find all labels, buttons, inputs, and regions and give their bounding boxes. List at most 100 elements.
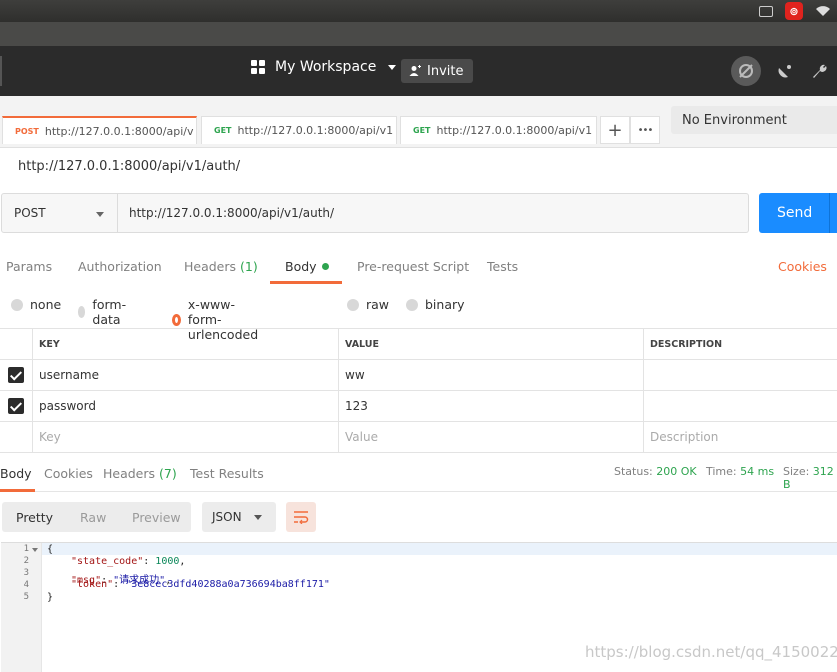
method-label: POST [14,206,46,220]
invite-button[interactable]: Invite [401,59,474,83]
tab-tests[interactable]: Tests [487,259,518,274]
time-label: Time: [706,465,737,478]
request-tab[interactable]: POST http://127.0.0.1:8000/api/v [2,116,197,144]
code-line: { [47,544,54,555]
row-check-cell [0,391,33,421]
radio-label: raw [366,297,390,312]
line-number: 1 [23,544,29,554]
response-tab-test-results[interactable]: Test Results [190,466,264,481]
status-value: 200 OK [656,465,697,478]
format-raw-button[interactable]: Raw [80,510,106,525]
description-cell[interactable] [644,360,837,390]
radio-raw[interactable]: raw [347,297,389,312]
header-check-cell [0,329,33,359]
response-tab-cookies[interactable]: Cookies [44,466,93,481]
wifi-icon[interactable] [815,5,831,17]
json-sep: : [113,579,126,590]
table-row: username ww [0,360,837,391]
tab-url: http://127.0.0.1:8000/api/v1 [237,124,394,137]
grid-icon [251,60,265,74]
workspace-label: My Workspace [275,59,377,75]
key-input[interactable]: Key [33,422,339,452]
system-tray: ⊚ [759,0,837,22]
active-line-highlight [42,543,837,555]
code-line: "token": "3e8cec3dfd40288a0a736694ba8ff1… [71,579,330,590]
request-tab[interactable]: GET http://127.0.0.1:8000/api/v1 [201,116,397,144]
new-tab-button[interactable]: + [600,116,630,144]
request-title: http://127.0.0.1:8000/api/v1/auth/ [18,159,241,174]
value-cell[interactable]: 123 [339,391,644,421]
satellite-icon[interactable] [775,61,795,81]
tab-authorization[interactable]: Authorization [78,259,162,274]
json-value: "3e8cec3dfd40288a0a736694ba8ff171" [125,579,330,590]
tab-options-button[interactable]: ••• [630,116,660,144]
method-select[interactable]: POST [1,193,118,233]
size-readout: Size: 312 B [783,465,837,491]
response-tab-body[interactable]: Body [0,466,32,481]
environment-label: No Environment [682,112,787,128]
json-value: 1000 [155,556,180,567]
header-icons [731,56,829,86]
language-select[interactable]: JSON [202,502,276,532]
row-check-cell [0,360,33,390]
format-preview-button[interactable]: Preview [132,510,181,525]
format-pretty-button[interactable]: Pretty [16,510,53,525]
value-cell[interactable]: ww [339,360,644,390]
tab-body[interactable]: Body [285,259,329,274]
wrench-icon[interactable] [809,61,829,81]
tab-prerequest-script[interactable]: Pre-request Script [357,259,469,274]
line-number-gutter: 1 2 3 4 5 [1,543,42,672]
keyboard-icon[interactable] [759,5,773,17]
tab-headers-label: Headers [184,259,237,274]
url-input[interactable]: http://127.0.0.1:8000/api/v1/auth/ [118,193,749,233]
headers-count: (1) [240,259,258,274]
tab-body-label: Body [285,259,317,274]
wrap-lines-button[interactable] [286,502,316,532]
radio-none[interactable]: none [11,297,61,312]
line-number: 2 [23,556,29,566]
column-header-description: DESCRIPTION [650,338,723,350]
radio-label: form-data [92,297,127,327]
tab-url: http://127.0.0.1:8000/api/v [44,124,194,138]
line-number: 4 [23,580,29,590]
json-tail: , [179,556,186,567]
table-row-new: Key Value Description [0,422,837,453]
plus-icon: + [607,119,623,141]
tab-params[interactable]: Params [6,259,52,274]
radio-form-data[interactable]: form-data [78,297,131,327]
workspace-switcher[interactable]: My Workspace [251,59,397,75]
send-divider [829,193,830,233]
code-line: } [47,592,54,603]
table-header-row: KEY VALUE DESCRIPTION [0,329,837,360]
key-cell[interactable]: password [33,391,339,421]
description-cell[interactable] [644,391,837,421]
status-readout: Status: 200 OK [614,465,697,478]
tab-url: http://127.0.0.1:8000/api/v1 [436,124,593,137]
key-cell[interactable]: username [33,360,339,390]
environment-select[interactable]: No Environment [671,106,837,134]
cookies-label: Cookies [778,259,827,274]
chevron-down-icon [254,515,262,520]
music-app-icon[interactable]: ⊚ [785,2,803,20]
request-tab[interactable]: GET http://127.0.0.1:8000/api/v1 [400,116,597,144]
chevron-down-icon [388,64,397,70]
description-input[interactable]: Description [644,422,837,452]
fold-arrow-icon[interactable] [32,548,38,552]
row-checkbox[interactable] [8,367,24,383]
send-button[interactable]: Send [759,193,837,233]
row-check-cell [0,422,33,452]
tab-method: GET [413,126,431,135]
radio-circle [406,298,418,311]
cookies-link[interactable]: Cookies C [778,259,837,274]
row-checkbox[interactable] [8,398,24,414]
tab-headers[interactable]: Headers (1) [184,259,258,274]
body-indicator-dot [321,263,329,270]
sync-off-icon[interactable] [731,56,761,86]
radio-binary[interactable]: binary [406,297,465,312]
value-input[interactable]: Value [339,422,644,452]
tab-method: GET [214,126,232,135]
line-number: 3 [23,568,29,578]
radio-circle [78,306,86,318]
request-tab-bar: POST http://127.0.0.1:8000/api/v GET htt… [0,96,837,148]
response-tab-headers[interactable]: Headers (7) [103,466,177,481]
